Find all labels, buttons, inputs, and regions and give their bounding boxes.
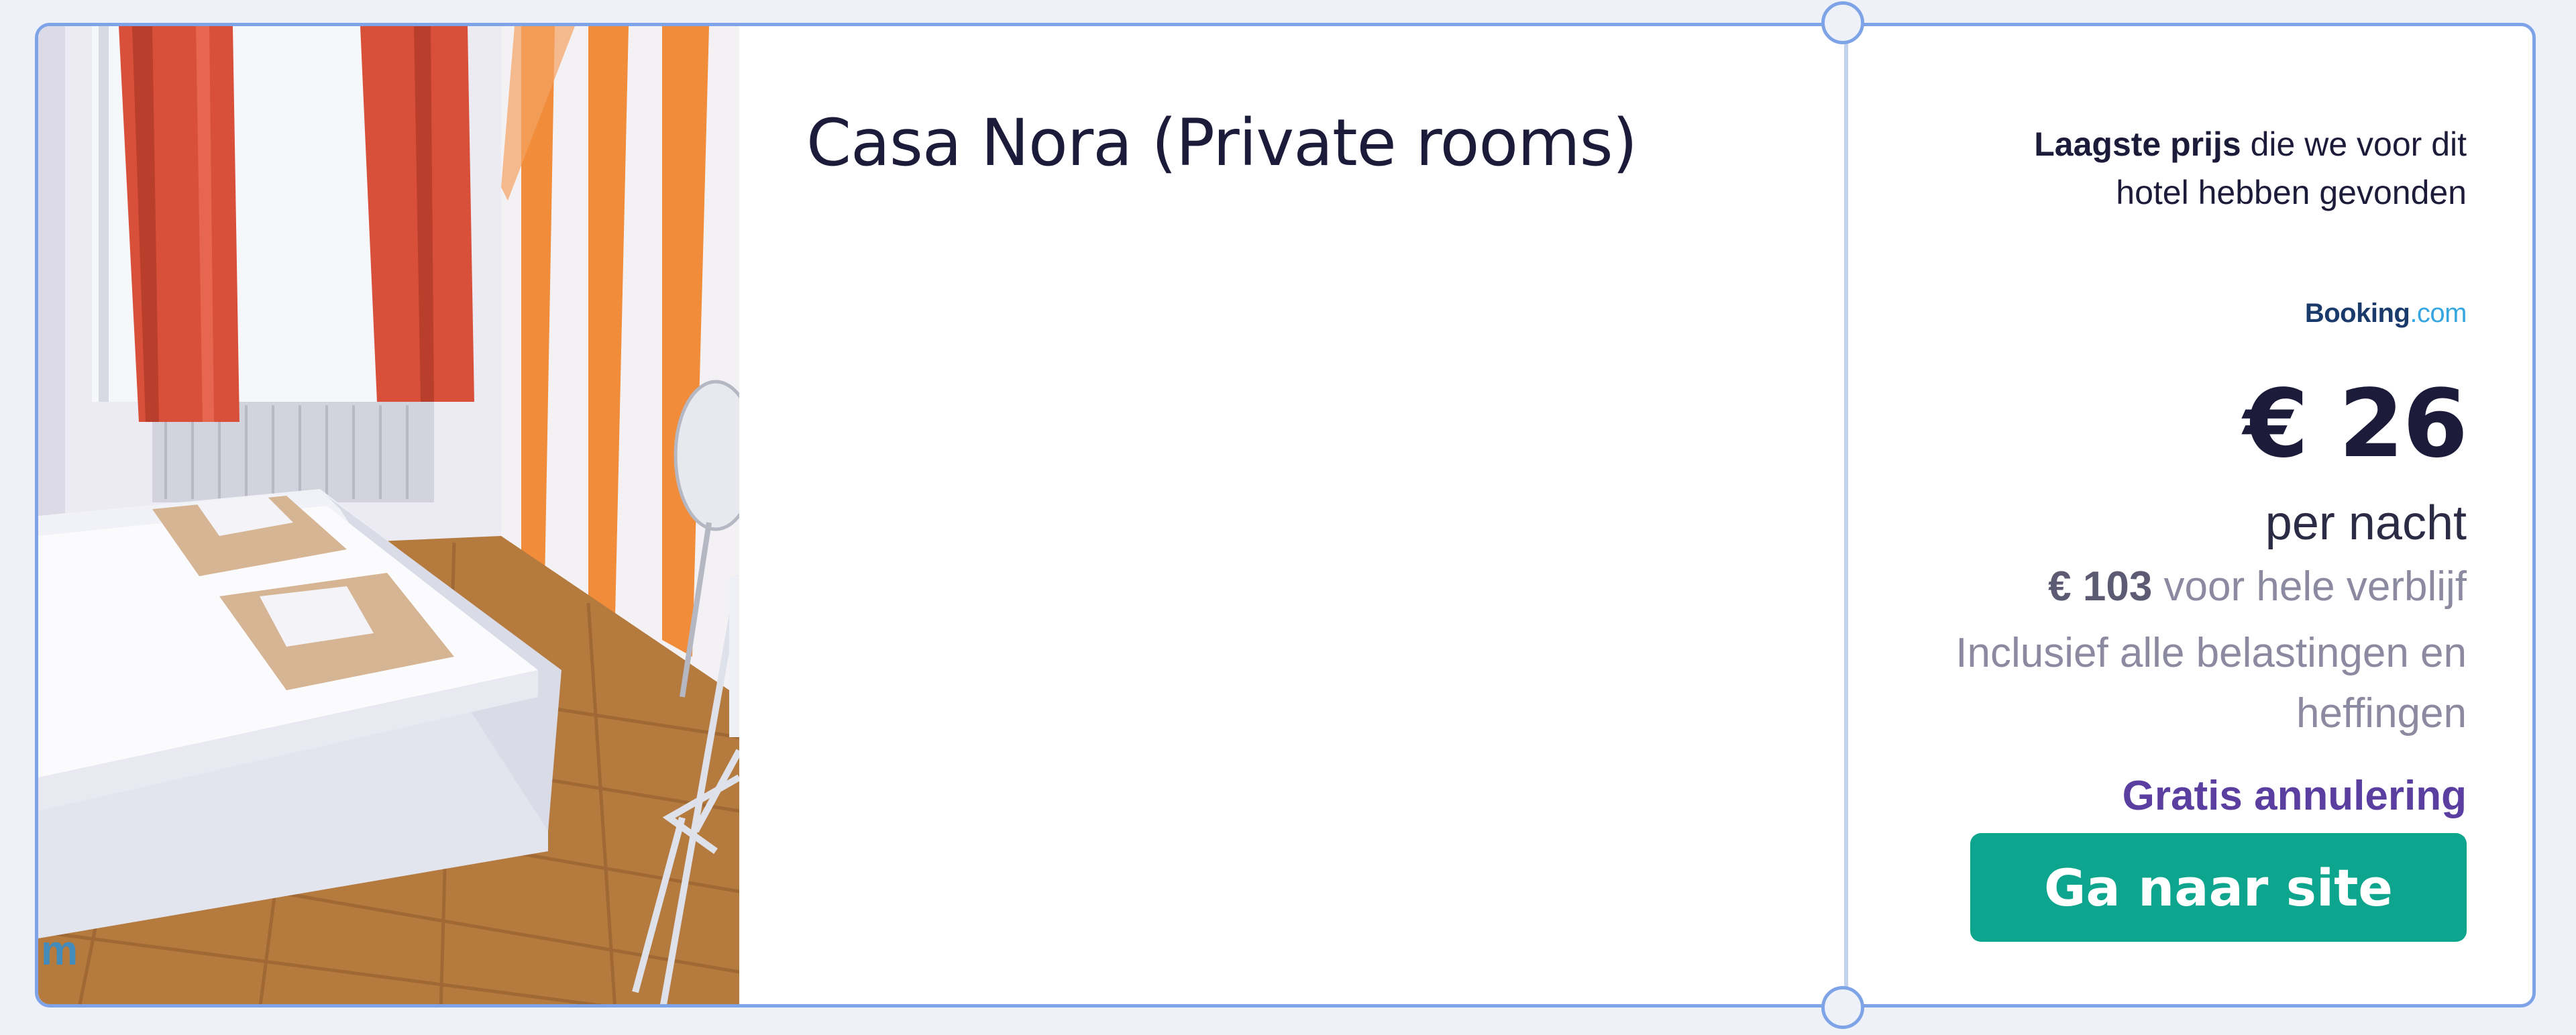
free-cancellation-label: Gratis annulering xyxy=(2122,773,2467,819)
hotel-details: Casa Nora (Private rooms) xyxy=(739,26,1874,1004)
ticket-notch-bottom xyxy=(1821,986,1864,1029)
hotel-photo[interactable]: m xyxy=(38,26,739,1004)
hotel-name[interactable]: Casa Nora (Private rooms) xyxy=(806,105,1638,180)
lowest-price-label-bold: Laagste prijs xyxy=(2034,125,2241,163)
taxes-line-1: Inclusief alle belastingen en xyxy=(1955,630,2467,676)
hotel-result-card[interactable]: m Casa Nora (Private rooms) Laagste prij… xyxy=(35,23,2536,1007)
per-night-label: per nacht xyxy=(2265,496,2467,550)
taxes-note: Inclusief alle belastingen en heffingen xyxy=(1955,623,2467,744)
provider-suffix: .com xyxy=(2410,298,2467,328)
taxes-line-2: heffingen xyxy=(2296,690,2467,737)
lowest-price-label-rest-1: die we voor dit xyxy=(2241,125,2467,163)
total-amount: € 103 xyxy=(2048,563,2153,610)
go-to-site-button[interactable]: Ga naar site xyxy=(1970,833,2467,942)
price-panel: Laagste prijs die we voor dit hotel hebb… xyxy=(1848,26,2532,1004)
nightly-price: € 26 xyxy=(2243,370,2468,479)
lowest-price-label-rest-2: hotel hebben gevonden xyxy=(2116,174,2467,211)
lowest-price-label: Laagste prijs die we voor dit hotel hebb… xyxy=(2034,120,2467,217)
photo-watermark: m xyxy=(41,928,78,974)
total-label: voor hele verblijf xyxy=(2152,563,2467,610)
total-price: € 103 voor hele verblijf xyxy=(2048,563,2467,610)
ticket-notch-top xyxy=(1821,1,1864,44)
provider-logo: Booking.com xyxy=(2305,298,2467,329)
provider-name: Booking xyxy=(2304,298,2410,328)
hotel-room-photo-image xyxy=(38,26,739,1004)
